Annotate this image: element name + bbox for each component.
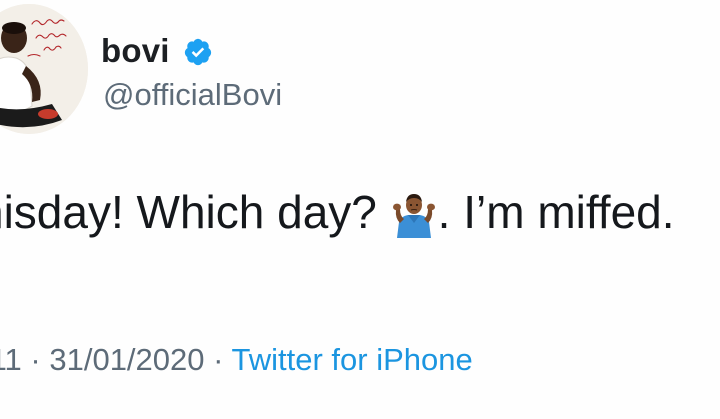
tweet-meta: :11 · 31/01/2020 · Twitter for iPhone <box>0 338 473 382</box>
avatar[interactable] <box>0 4 88 134</box>
tweet-text: hisday! Which day? . I’m miffed. <box>0 182 675 242</box>
verified-badge-icon <box>184 38 212 66</box>
meta-separator: · <box>204 342 232 377</box>
tweet-card: bovi @officialBovi hisday! Which day? . … <box>0 0 720 419</box>
tweet-text-part-1: hisday! Which day? <box>0 186 390 238</box>
person-shrugging-icon <box>392 194 435 238</box>
user-handle[interactable]: @officialBovi <box>103 75 282 115</box>
tweet-text-part-2: . I’m miffed. <box>437 186 675 238</box>
tweet-source-link[interactable]: Twitter for iPhone <box>232 342 473 377</box>
tweet-time[interactable]: :11 <box>0 342 22 377</box>
meta-separator: · <box>21 342 50 377</box>
display-name[interactable]: bovi <box>101 31 170 71</box>
avatar-image <box>0 4 88 134</box>
tweet-date[interactable]: 31/01/2020 <box>49 342 204 377</box>
